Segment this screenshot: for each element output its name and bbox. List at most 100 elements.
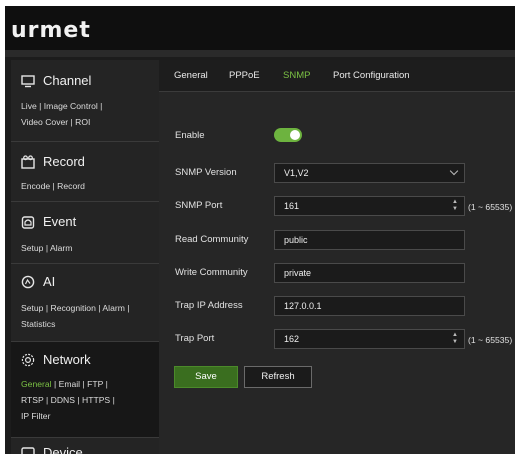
link-separator: | <box>112 395 115 405</box>
sidebar-link-roi[interactable]: ROI <box>75 117 90 127</box>
sidebar-link-ip-filter[interactable]: IP Filter <box>21 411 50 421</box>
record-icon <box>21 154 35 169</box>
sidebar-link-ddns[interactable]: DDNS <box>51 395 75 405</box>
snmp-port-label: SNMP Port <box>175 200 223 211</box>
sidebar-section-record: Record Encode | Record <box>11 142 159 202</box>
sidebar-item-channel[interactable]: Channel <box>21 73 91 88</box>
sidebar-links-channel: Live | Image Control | Video Cover | ROI <box>21 98 153 130</box>
link-separator: | <box>77 395 80 405</box>
sidebar-section-title: Device <box>43 445 83 454</box>
sidebar-link-email[interactable]: Email <box>59 379 81 389</box>
brand-logo: urmet <box>11 18 91 43</box>
sidebar-section-channel: Channel Live | Image Control | Video Cov… <box>11 60 159 142</box>
sidebar-item-event[interactable]: Event <box>21 214 76 229</box>
device-icon <box>21 446 35 454</box>
sidebar-links-ai: Setup | Recognition | Alarm | Statistics <box>21 300 153 332</box>
snmp-version-value: V1,V2 <box>284 168 309 178</box>
sidebar-section-title: Channel <box>43 73 92 88</box>
sidebar-section-title: Event <box>43 214 77 229</box>
sidebar-link-ftp[interactable]: FTP <box>87 379 103 389</box>
sidebar-item-record[interactable]: Record <box>21 154 85 169</box>
link-separator: | <box>45 303 49 313</box>
sidebar-link-image-control[interactable]: Image Control <box>44 101 98 111</box>
trap-ip-value: 127.0.0.1 <box>284 301 322 311</box>
read-community-label: Read Community <box>175 234 249 245</box>
sidebar-link-record[interactable]: Record <box>57 181 85 191</box>
snmp-port-range: (1 ~ 65535) <box>468 202 513 212</box>
sidebar-link-video-cover[interactable]: Video Cover <box>21 117 68 127</box>
trap-ip-input[interactable]: 127.0.0.1 <box>274 296 465 316</box>
link-separator: | <box>100 101 103 111</box>
ai-icon <box>21 275 35 289</box>
sidebar-item-ai[interactable]: AI <box>21 274 55 289</box>
stepper-icon[interactable]: ▲ ▼ <box>452 199 458 213</box>
header-divider <box>5 50 515 57</box>
link-separator: | <box>53 379 57 389</box>
sidebar-link-recognition[interactable]: Recognition <box>50 303 95 313</box>
sidebar-section-ai: AI Setup | Recognition | Alarm | Statist… <box>11 264 159 342</box>
refresh-button[interactable]: Refresh <box>244 366 312 388</box>
read-community-value: public <box>284 235 308 245</box>
sidebar-section-title: Record <box>43 154 85 169</box>
link-separator: | <box>98 303 101 313</box>
monitor-icon <box>21 74 35 88</box>
trap-port-label: Trap Port <box>175 333 215 344</box>
link-separator: | <box>82 379 85 389</box>
sidebar-link-ai-setup[interactable]: Setup <box>21 303 43 313</box>
toggle-knob <box>290 130 300 140</box>
alarm-icon <box>21 215 35 229</box>
sidebar-links-record: Encode | Record <box>21 178 153 194</box>
trap-port-input[interactable]: 162 ▲ ▼ <box>274 329 465 349</box>
tab-port-configuration[interactable]: Port Configuration <box>333 70 410 81</box>
tab-pppoe[interactable]: PPPoE <box>229 70 260 81</box>
enable-label: Enable <box>175 130 205 141</box>
stepper-icon[interactable]: ▲ ▼ <box>452 332 458 346</box>
sidebar-link-https[interactable]: HTTPS <box>82 395 110 405</box>
sidebar: Channel Live | Image Control | Video Cov… <box>11 60 159 454</box>
link-separator: | <box>46 395 49 405</box>
sidebar-item-device[interactable]: Device <box>21 445 83 454</box>
tab-bar: General PPPoE SNMP Port Configuration <box>159 60 515 92</box>
trap-ip-label: Trap IP Address <box>175 300 243 311</box>
trap-port-value: 162 <box>284 334 300 344</box>
sidebar-link-statistics[interactable]: Statistics <box>21 319 55 329</box>
link-separator: | <box>70 117 73 127</box>
link-separator: | <box>45 243 49 253</box>
sidebar-links-network: General | Email | FTP | RTSP | DDNS | HT… <box>21 376 153 424</box>
sidebar-link-event-setup[interactable]: Setup <box>21 243 43 253</box>
enable-toggle[interactable] <box>274 128 302 142</box>
chevron-down-icon <box>449 166 459 176</box>
snmp-port-input[interactable]: 161 ▲ ▼ <box>274 196 465 216</box>
sidebar-section-title: Network <box>43 352 91 367</box>
main-panel: General PPPoE SNMP Port Configuration En… <box>159 60 515 454</box>
sidebar-link-event-alarm[interactable]: Alarm <box>50 243 72 253</box>
sidebar-link-rtsp[interactable]: RTSP <box>21 395 44 405</box>
sidebar-links-event: Setup | Alarm <box>21 240 153 256</box>
sidebar-link-encode[interactable]: Encode <box>21 181 50 191</box>
read-community-input[interactable]: public <box>274 230 465 250</box>
link-separator: | <box>127 303 130 313</box>
sidebar-link-general[interactable]: General <box>21 379 52 389</box>
trap-port-range: (1 ~ 65535) <box>468 335 513 345</box>
write-community-input[interactable]: private <box>274 263 465 283</box>
link-separator: | <box>52 181 55 191</box>
write-community-value: private <box>284 268 312 278</box>
snmp-version-label: SNMP Version <box>175 167 237 178</box>
app-window: urmet Channel Live | Image Control | Vid… <box>5 6 515 454</box>
sidebar-item-network[interactable]: Network <box>21 352 91 367</box>
snmp-port-value: 161 <box>284 201 300 211</box>
sidebar-link-ai-alarm[interactable]: Alarm <box>102 303 124 313</box>
network-icon <box>21 353 35 367</box>
tab-general[interactable]: General <box>174 70 208 81</box>
tab-snmp[interactable]: SNMP <box>283 70 310 81</box>
sidebar-section-network: Network General | Email | FTP | RTSP | D… <box>11 342 159 438</box>
link-separator: | <box>105 379 108 389</box>
save-button[interactable]: Save <box>174 366 238 388</box>
write-community-label: Write Community <box>175 267 248 278</box>
sidebar-link-live[interactable]: Live <box>21 101 37 111</box>
sidebar-section-device: Device <box>11 438 159 454</box>
snmp-version-select[interactable]: V1,V2 <box>274 163 465 183</box>
sidebar-section-title: AI <box>43 274 56 289</box>
sidebar-section-event: Event Setup | Alarm <box>11 202 159 264</box>
top-bar: urmet <box>5 6 515 54</box>
